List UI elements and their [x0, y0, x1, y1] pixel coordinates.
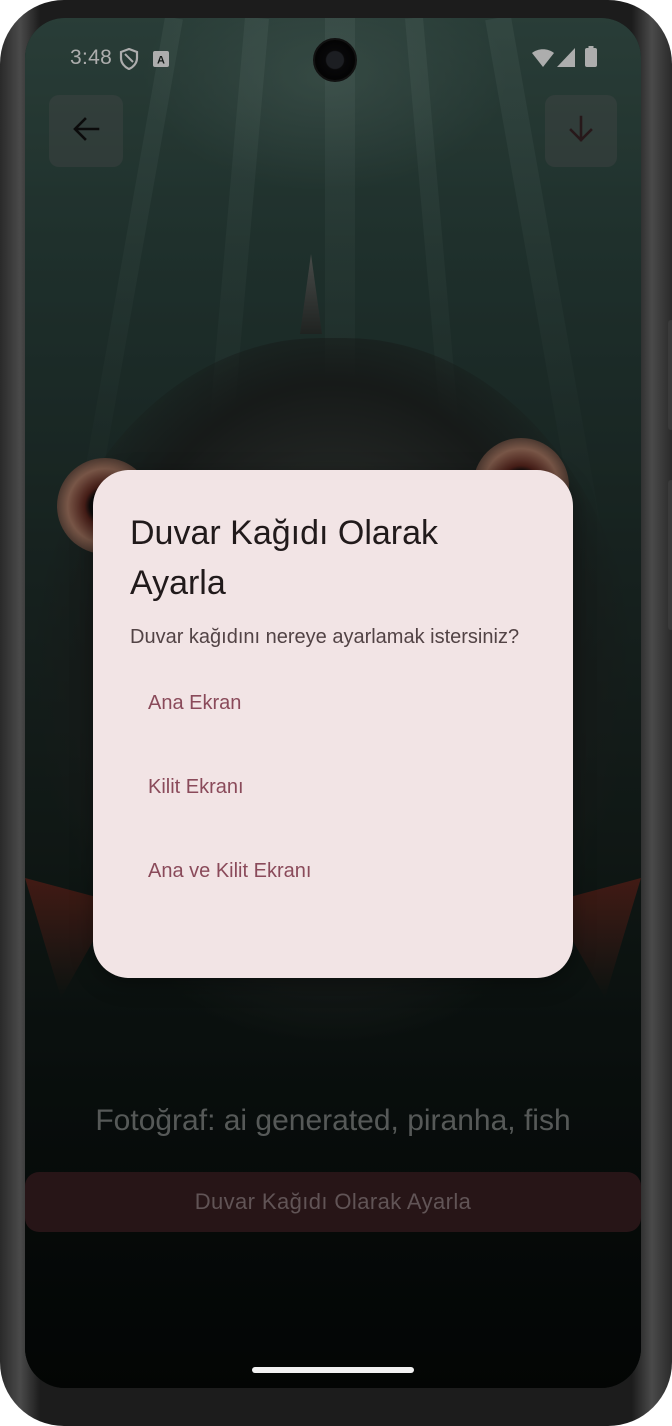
phone-frame: 3:48 A Fotoğraf: ai generated, piranha, …	[0, 0, 672, 1426]
screen: 3:48 A Fotoğraf: ai generated, piranha, …	[25, 18, 641, 1388]
dialog-message: Duvar kağıdını nereye ayarlamak istersin…	[130, 626, 520, 648]
option-lock-screen[interactable]: Kilit Ekranı	[130, 760, 430, 814]
power-button	[668, 320, 672, 430]
dialog-title: Duvar Kağıdı Olarak Ayarla	[130, 514, 439, 602]
volume-button	[668, 480, 672, 630]
home-indicator[interactable]	[252, 1367, 414, 1373]
option-home-and-lock-screen[interactable]: Ana ve Kilit Ekranı	[130, 844, 430, 898]
set-wallpaper-dialog: Duvar Kağıdı Olarak Ayarla Duvar kağıdın…	[93, 470, 573, 978]
option-home-screen[interactable]: Ana Ekran	[130, 676, 430, 730]
